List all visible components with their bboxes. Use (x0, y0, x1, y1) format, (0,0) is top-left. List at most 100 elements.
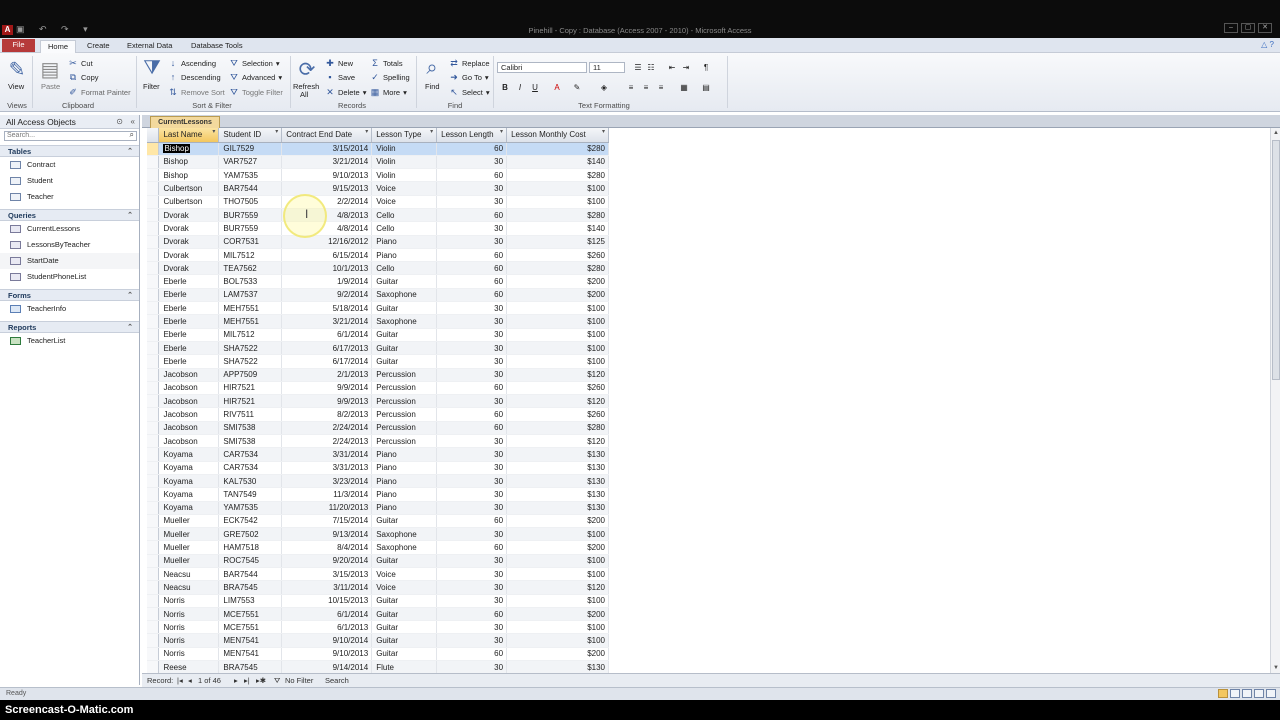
save-record-button[interactable]: ▪ Save (325, 72, 355, 82)
cell-student-id[interactable]: VAR7527 (218, 155, 283, 170)
table-row[interactable]: Jacobson HIR7521 9/9/2014 Percussion 60 $260 (147, 381, 609, 396)
cell-lesson-type[interactable]: Percussion (371, 368, 438, 382)
pivottable-view-icon[interactable] (1230, 689, 1240, 698)
record-selector[interactable] (147, 421, 160, 436)
cell-student-id[interactable]: SHA7522 (218, 354, 283, 369)
cell-lesson-monthly-cost[interactable]: $100 (506, 554, 609, 569)
record-selector[interactable] (147, 235, 160, 249)
cell-lesson-monthly-cost[interactable]: $100 (506, 633, 609, 648)
cell-lesson-length[interactable]: 30 (436, 328, 508, 342)
cell-last-name[interactable]: Eberle (158, 288, 220, 303)
cell-student-id[interactable]: BRA7545 (218, 580, 283, 595)
filter-button[interactable]: Filter (143, 82, 160, 91)
record-selector[interactable] (147, 607, 160, 622)
cell-lesson-monthly-cost[interactable]: $100 (506, 354, 609, 369)
record-selector[interactable] (147, 540, 160, 555)
record-selector[interactable] (147, 341, 160, 356)
font-family-select[interactable]: Calibri (497, 62, 587, 73)
nav-group-reports[interactable]: Reports ⌃ (0, 321, 139, 333)
cell-lesson-monthly-cost[interactable]: $130 (506, 461, 609, 475)
record-position-input[interactable]: 1 of 46 (198, 674, 221, 687)
cell-last-name[interactable]: Koyama (158, 461, 220, 475)
record-selector[interactable] (147, 155, 160, 170)
ascending-button[interactable]: ↓ Ascending (168, 58, 216, 68)
cell-last-name[interactable]: Dvorak (158, 261, 220, 276)
cell-lesson-length[interactable]: 30 (436, 221, 508, 236)
table-row[interactable]: Eberle SHA7522 6/17/2014 Guitar 30 $100 (147, 354, 609, 369)
cell-last-name[interactable]: Norris (158, 647, 220, 662)
cell-last-name[interactable]: Culbertson (158, 195, 220, 209)
cell-lesson-monthly-cost[interactable]: $200 (506, 288, 609, 303)
column-dropdown-icon[interactable]: ▾ (430, 128, 433, 135)
delete-record-button[interactable]: ✕ Delete ▾ (325, 87, 366, 98)
cell-lesson-length[interactable]: 60 (436, 514, 508, 529)
format-painter-button[interactable]: ✐ Format Painter (68, 87, 130, 98)
cell-last-name[interactable]: Jacobson (158, 434, 220, 449)
cell-lesson-type[interactable]: Saxophone (371, 314, 438, 329)
cell-contract-end-date[interactable]: 3/31/2014 (281, 447, 373, 462)
cell-last-name[interactable]: Eberle (158, 341, 220, 356)
cell-lesson-length[interactable]: 30 (436, 341, 508, 356)
cell-lesson-type[interactable]: Percussion (371, 407, 438, 422)
scroll-thumb[interactable] (1272, 140, 1280, 380)
table-row[interactable]: Jacobson SMI7538 2/24/2014 Percussion 60 $280 (147, 421, 609, 436)
record-selector[interactable] (147, 394, 160, 409)
table-row[interactable]: Norris LIM7553 10/15/2013 Guitar 30 $100 (147, 594, 609, 608)
nav-item-lessonsbyteacher[interactable]: LessonsByTeacher (0, 237, 139, 253)
table-row[interactable]: Neacsu BRA7545 3/11/2014 Voice 30 $120 (147, 580, 609, 595)
cell-lesson-type[interactable]: Piano (371, 461, 438, 475)
cell-lesson-monthly-cost[interactable]: $260 (506, 381, 609, 396)
scroll-up-icon[interactable]: ▲ (1271, 128, 1280, 138)
nav-item-contract[interactable]: Contract (0, 157, 139, 173)
cell-student-id[interactable]: BUR7559 (218, 208, 283, 223)
cell-lesson-type[interactable]: Piano (371, 501, 438, 515)
cell-lesson-length[interactable]: 30 (436, 487, 508, 502)
prev-record-icon[interactable]: ◂ (188, 674, 192, 687)
cell-lesson-monthly-cost[interactable]: $260 (506, 248, 609, 263)
cell-student-id[interactable]: THO7505 (218, 195, 283, 209)
column-dropdown-icon[interactable]: ▾ (212, 128, 215, 135)
cell-student-id[interactable]: SMI7538 (218, 434, 283, 449)
cell-contract-end-date[interactable]: 2/24/2014 (281, 421, 373, 436)
table-row[interactable]: Norris MCE7551 6/1/2014 Guitar 60 $200 (147, 607, 609, 622)
next-record-icon[interactable]: ▸ (234, 674, 238, 687)
minimize-button[interactable]: – (1224, 23, 1238, 33)
table-row[interactable]: Bishop VAR7527 3/21/2014 Violin 30 $140 (147, 155, 609, 170)
record-selector[interactable] (147, 142, 160, 156)
column-dropdown-icon[interactable]: ▾ (500, 128, 503, 135)
table-row[interactable]: Mueller HAM7518 8/4/2014 Saxophone 60 $200 (147, 540, 609, 555)
cell-contract-end-date[interactable]: 9/10/2014 (281, 633, 373, 648)
cell-contract-end-date[interactable]: 6/1/2014 (281, 328, 373, 342)
cell-lesson-monthly-cost[interactable]: $260 (506, 407, 609, 422)
cell-lesson-length[interactable]: 60 (436, 248, 508, 263)
cell-contract-end-date[interactable]: 9/13/2014 (281, 527, 373, 542)
first-record-icon[interactable]: |◂ (177, 674, 183, 687)
cell-last-name[interactable]: Eberle (158, 328, 220, 342)
cell-lesson-length[interactable]: 30 (436, 195, 508, 209)
cell-lesson-monthly-cost[interactable]: $125 (506, 235, 609, 249)
cell-contract-end-date[interactable]: 9/15/2013 (281, 181, 373, 196)
cell-last-name[interactable]: Neacsu (158, 580, 220, 595)
cell-lesson-type[interactable]: Piano (371, 248, 438, 263)
cell-contract-end-date[interactable]: 9/10/2013 (281, 168, 373, 183)
nav-group-queries[interactable]: Queries ⌃ (0, 209, 139, 221)
record-selector[interactable] (147, 594, 160, 608)
record-selector[interactable] (147, 580, 160, 595)
cell-lesson-monthly-cost[interactable]: $280 (506, 261, 609, 276)
cell-lesson-type[interactable]: Cello (371, 221, 438, 236)
cell-lesson-monthly-cost[interactable]: $200 (506, 607, 609, 622)
nav-group-tables[interactable]: Tables ⌃ (0, 145, 139, 157)
maximize-button[interactable]: ▢ (1241, 23, 1255, 33)
cell-student-id[interactable]: HIR7521 (218, 381, 283, 396)
cell-lesson-type[interactable]: Percussion (371, 421, 438, 436)
cell-lesson-monthly-cost[interactable]: $200 (506, 274, 609, 289)
cell-lesson-type[interactable]: Guitar (371, 301, 438, 316)
cell-lesson-monthly-cost[interactable]: $280 (506, 142, 609, 156)
cell-lesson-monthly-cost[interactable]: $280 (506, 421, 609, 436)
table-row[interactable]: Eberle SHA7522 6/17/2013 Guitar 30 $100 (147, 341, 609, 356)
chevron-up-icon[interactable]: ⌃ (127, 210, 133, 221)
chevron-up-icon[interactable]: ⌃ (127, 146, 133, 157)
paste-button[interactable]: Paste (41, 82, 60, 91)
collapse-pane-icon[interactable]: « (131, 115, 135, 129)
cell-last-name[interactable]: Eberle (158, 274, 220, 289)
